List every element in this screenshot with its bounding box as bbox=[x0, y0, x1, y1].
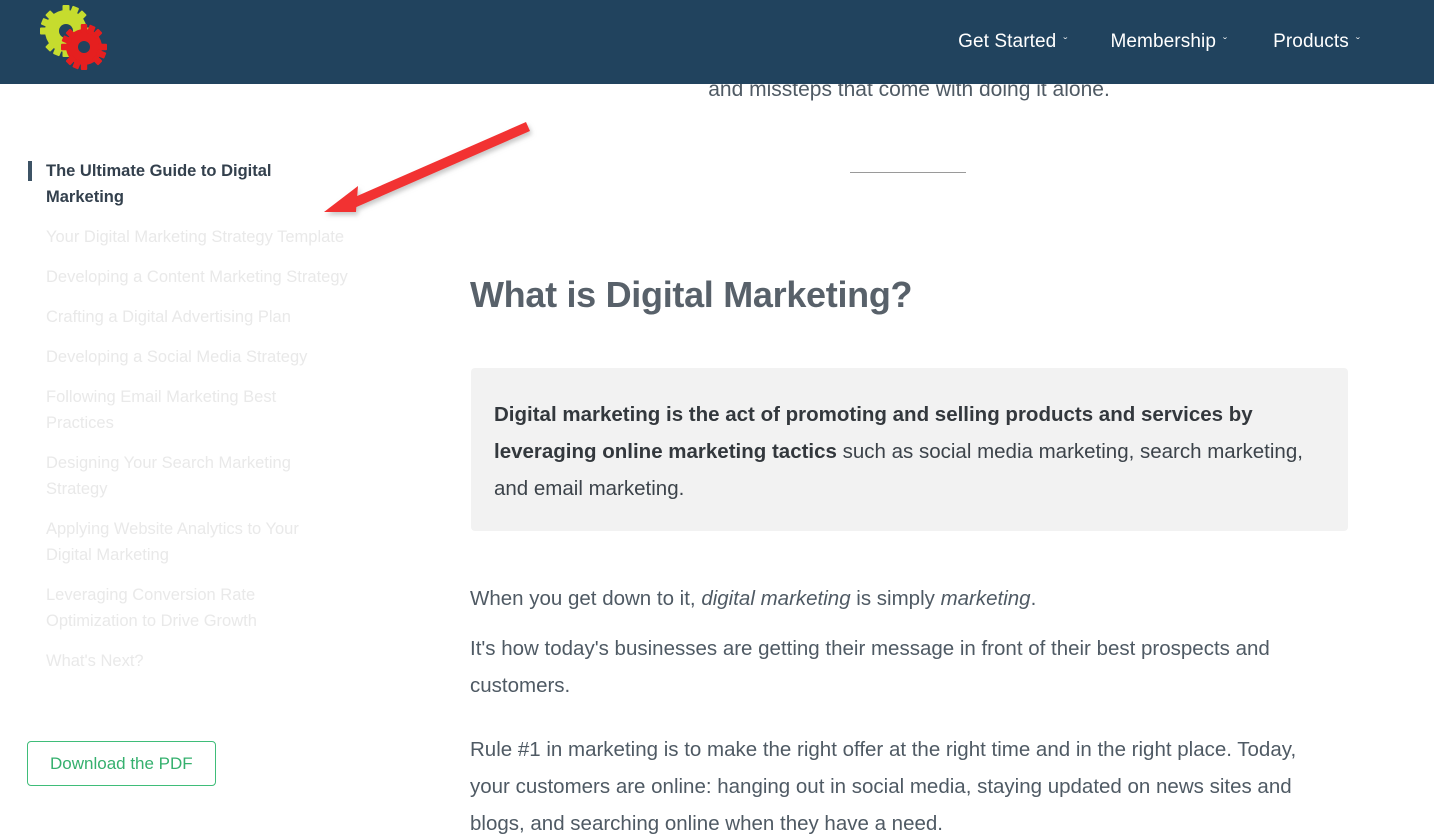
nav-item-label: Get Started bbox=[958, 31, 1057, 52]
chevron-down-icon: ˇ bbox=[1063, 35, 1068, 49]
body-paragraph-3: Rule #1 in marketing is to make the righ… bbox=[470, 738, 1297, 835]
sidebar-item-label: What's Next? bbox=[46, 652, 144, 670]
nav-item-membership[interactable]: Membership ˇ bbox=[1110, 31, 1227, 53]
body-paragraph-2: It's how today's businesses are getting … bbox=[470, 637, 1270, 697]
sidebar-item-label: Developing a Content Marketing Strategy bbox=[46, 268, 348, 286]
sidebar-item-label: Following Email Marketing Best Practices bbox=[46, 388, 277, 432]
chevron-down-icon: ˇ bbox=[1355, 35, 1360, 49]
chevron-down-icon: ˇ bbox=[1223, 35, 1228, 49]
sidebar-item-website-analytics[interactable]: Applying Website Analytics to Your Digit… bbox=[28, 516, 348, 568]
paragraph-part: When you get down to it, bbox=[470, 587, 702, 610]
body-paragraph-1: When you get down to it, digital marketi… bbox=[470, 580, 1330, 617]
emphasis-marketing: marketing bbox=[940, 587, 1031, 610]
section-divider bbox=[850, 172, 966, 173]
sidebar-item-label: Your Digital Marketing Strategy Template bbox=[46, 228, 345, 246]
nav-item-get-started[interactable]: Get Started ˇ bbox=[958, 31, 1067, 53]
sidebar-item-content-marketing-strategy[interactable]: Developing a Content Marketing Strategy bbox=[28, 264, 348, 290]
paragraph-part: . bbox=[1030, 587, 1037, 610]
main-navigation: Get Started ˇ Membership ˇ Products ˇ bbox=[958, 0, 1434, 84]
sidebar-item-label: The Ultimate Guide to Digital Marketing bbox=[46, 162, 272, 206]
sidebar-item-label: Developing a Social Media Strategy bbox=[46, 348, 308, 366]
intro-paragraph-partial: and missteps that come with doing it alo… bbox=[708, 84, 1110, 101]
definition-callout-box: Digital marketing is the act of promotin… bbox=[471, 368, 1348, 531]
sidebar-item-label: Leveraging Conversion Rate Optimization … bbox=[46, 586, 257, 630]
page-title: What is Digital Marketing? bbox=[470, 274, 913, 315]
sidebar-item-label: Crafting a Digital Advertising Plan bbox=[46, 308, 291, 326]
article-content: and missteps that come with doing it alo… bbox=[440, 84, 1434, 837]
emphasis-digital-marketing: digital marketing bbox=[701, 587, 851, 610]
callout-text: Digital marketing is the act of promotin… bbox=[494, 396, 1325, 507]
sidebar-item-social-media-strategy[interactable]: Developing a Social Media Strategy bbox=[28, 344, 348, 370]
nav-item-products[interactable]: Products ˇ bbox=[1273, 31, 1360, 53]
sidebar-item-label: Applying Website Analytics to Your Digit… bbox=[46, 520, 299, 564]
sidebar-item-conversion-rate-optimization[interactable]: Leveraging Conversion Rate Optimization … bbox=[28, 582, 348, 634]
gears-logo[interactable] bbox=[36, 3, 116, 78]
sidebar-item-label: Designing Your Search Marketing Strategy bbox=[46, 454, 291, 498]
site-header: Get Started ˇ Membership ˇ Products ˇ bbox=[0, 0, 1434, 84]
toc-list: The Ultimate Guide to Digital Marketing … bbox=[28, 158, 348, 688]
sidebar-item-whats-next[interactable]: What's Next? bbox=[28, 648, 348, 674]
paragraph-part: is simply bbox=[850, 587, 941, 610]
nav-item-label: Membership bbox=[1110, 31, 1216, 52]
gear-red-icon bbox=[61, 24, 107, 70]
download-pdf-button[interactable]: Download the PDF bbox=[27, 741, 216, 786]
nav-item-label: Products bbox=[1273, 31, 1349, 52]
sidebar-item-search-marketing-strategy[interactable]: Designing Your Search Marketing Strategy bbox=[28, 450, 348, 502]
sidebar-item-strategy-template[interactable]: Your Digital Marketing Strategy Template bbox=[28, 224, 348, 250]
sidebar-item-email-marketing-best-practices[interactable]: Following Email Marketing Best Practices bbox=[28, 384, 348, 436]
sidebar-item-digital-advertising-plan[interactable]: Crafting a Digital Advertising Plan bbox=[28, 304, 348, 330]
sidebar-item-ultimate-guide[interactable]: The Ultimate Guide to Digital Marketing bbox=[28, 158, 348, 210]
sidebar-table-of-contents: The Ultimate Guide to Digital Marketing … bbox=[0, 84, 440, 837]
